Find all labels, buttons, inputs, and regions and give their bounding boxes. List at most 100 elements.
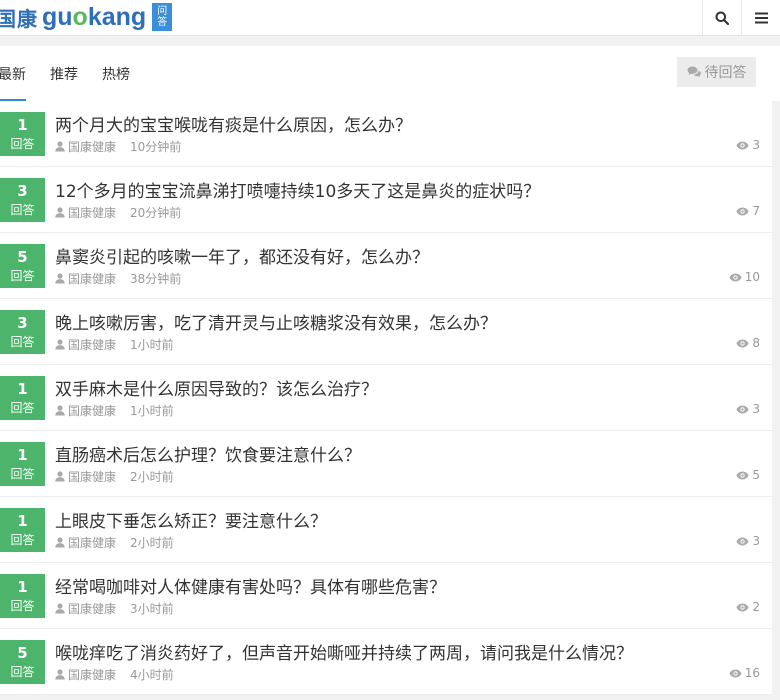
- eye-icon: [729, 273, 742, 281]
- view-count: 3: [736, 138, 760, 152]
- answer-count: 3: [17, 314, 28, 332]
- question-author[interactable]: 国康健康: [68, 402, 116, 419]
- menu-button[interactable]: [741, 0, 780, 35]
- question-title[interactable]: 上眼皮下垂怎么矫正？要注意什么？: [55, 507, 327, 532]
- site-logo[interactable]: 国康 guokang 问答: [0, 2, 173, 32]
- view-count-number: 2: [752, 600, 760, 614]
- answer-count-label: 回答: [10, 467, 35, 481]
- question-row[interactable]: 3 回答 晚上咳嗽厉害，吃了清开灵与止咳糖浆没有效果，怎么办？ 国康健康 1小时…: [0, 299, 772, 365]
- answer-count-badge: 1 回答: [0, 508, 45, 552]
- question-title[interactable]: 双手麻木是什么原因导致的？该怎么治疗？: [55, 375, 378, 400]
- view-count-number: 5: [752, 468, 760, 482]
- question-title[interactable]: 直肠癌术后怎么护理？饮食要注意什么？: [55, 441, 361, 466]
- eye-icon: [736, 537, 749, 545]
- answer-count-badge: 1 回答: [0, 112, 45, 156]
- question-author[interactable]: 国康健康: [68, 336, 116, 353]
- question-row[interactable]: 1 回答 经常喝咖啡对人体健康有害处吗？具体有哪些危害？ 国康健康 3小时前 2: [0, 563, 772, 629]
- question-row[interactable]: 1 回答 上眼皮下垂怎么矫正？要注意什么？ 国康健康 2小时前 3: [0, 497, 772, 563]
- question-time: 3小时前: [130, 602, 174, 616]
- question-author[interactable]: 国康健康: [68, 270, 116, 287]
- tab-recommended[interactable]: 推荐: [50, 64, 78, 84]
- question-row[interactable]: 3 回答 12个多月的宝宝流鼻涕打喷嚏持续10多天了这是鼻炎的症状吗？ 国康健康…: [0, 167, 772, 233]
- view-count-number: 16: [744, 666, 760, 680]
- user-icon: [55, 537, 65, 548]
- question-time: 10分钟前: [130, 140, 182, 154]
- tab-trending[interactable]: 热榜: [102, 64, 130, 84]
- search-button[interactable]: [702, 0, 741, 35]
- answer-count: 5: [17, 644, 28, 662]
- question-meta: 国康健康 2小时前: [55, 534, 174, 551]
- question-title[interactable]: 喉咙痒吃了消炎药好了，但声音开始嘶哑并持续了两周，请问我是什么情况？: [55, 639, 633, 664]
- question-time: 2小时前: [130, 536, 174, 550]
- answer-count-badge: 5 回答: [0, 640, 45, 684]
- question-meta: 国康健康 1小时前: [55, 336, 174, 353]
- question-meta: 国康健康 1小时前: [55, 402, 174, 419]
- view-count: 2: [736, 600, 760, 614]
- question-meta: 国康健康 3小时前: [55, 600, 174, 617]
- logo-cn-text: 国康: [0, 6, 38, 31]
- view-count: 3: [736, 402, 760, 416]
- question-meta: 国康健康 38分钟前: [55, 270, 181, 287]
- question-author[interactable]: 国康健康: [68, 534, 116, 551]
- view-count-number: 7: [752, 204, 760, 218]
- view-count-number: 3: [752, 534, 760, 548]
- view-count-number: 3: [752, 402, 760, 416]
- question-title[interactable]: 两个月大的宝宝喉咙有痰是什么原因，怎么办？: [55, 111, 412, 136]
- question-time: 1小时前: [130, 338, 174, 352]
- view-count: 16: [729, 666, 760, 680]
- question-title[interactable]: 晚上咳嗽厉害，吃了清开灵与止咳糖浆没有效果，怎么办？: [55, 309, 497, 334]
- question-row[interactable]: 5 回答 鼻窦炎引起的咳嗽一年了，都还没有好，怎么办？ 国康健康 38分钟前 1…: [0, 233, 772, 299]
- answer-count-label: 回答: [10, 599, 35, 613]
- pending-answer-button[interactable]: 待回答: [677, 57, 756, 87]
- answer-count-badge: 1 回答: [0, 442, 45, 486]
- answer-count: 5: [17, 248, 28, 266]
- user-icon: [55, 471, 65, 482]
- answer-count: 1: [17, 578, 28, 596]
- question-meta: 国康健康 10分钟前: [55, 138, 181, 155]
- question-meta: 国康健康 2小时前: [55, 468, 174, 485]
- question-row[interactable]: 1 回答 两个月大的宝宝喉咙有痰是什么原因，怎么办？ 国康健康 10分钟前 3: [0, 101, 772, 167]
- answer-count-label: 回答: [10, 269, 35, 283]
- question-list: 1 回答 两个月大的宝宝喉咙有痰是什么原因，怎么办？ 国康健康 10分钟前 3 …: [0, 101, 772, 695]
- question-author[interactable]: 国康健康: [68, 138, 116, 155]
- user-icon: [55, 405, 65, 416]
- user-icon: [55, 141, 65, 152]
- answer-count-badge: 3 回答: [0, 310, 45, 354]
- question-row[interactable]: 1 回答 直肠癌术后怎么护理？饮食要注意什么？ 国康健康 2小时前 5: [0, 431, 772, 497]
- page-right-edge: [772, 101, 780, 700]
- question-author[interactable]: 国康健康: [68, 468, 116, 485]
- answer-count: 1: [17, 116, 28, 134]
- view-count: 8: [736, 336, 760, 350]
- eye-icon: [736, 141, 749, 149]
- question-title[interactable]: 鼻窦炎引起的咳嗽一年了，都还没有好，怎么办？: [55, 243, 429, 268]
- tabs-bar: 最新 推荐 热榜 待回答: [0, 46, 780, 102]
- question-title[interactable]: 经常喝咖啡对人体健康有害处吗？具体有哪些危害？: [55, 573, 446, 598]
- eye-icon: [736, 339, 749, 347]
- question-author[interactable]: 国康健康: [68, 666, 116, 683]
- question-time: 38分钟前: [130, 272, 182, 286]
- user-icon: [55, 207, 65, 218]
- eye-icon: [729, 669, 742, 677]
- user-icon: [55, 603, 65, 614]
- answer-count: 3: [17, 182, 28, 200]
- question-row[interactable]: 5 回答 喉咙痒吃了消炎药好了，但声音开始嘶哑并持续了两周，请问我是什么情况？ …: [0, 629, 772, 695]
- question-row[interactable]: 1 回答 双手麻木是什么原因导致的？该怎么治疗？ 国康健康 1小时前 3: [0, 365, 772, 431]
- view-count: 10: [729, 270, 760, 284]
- view-count-number: 8: [752, 336, 760, 350]
- question-time: 2小时前: [130, 470, 174, 484]
- answer-count-label: 回答: [10, 533, 35, 547]
- question-author[interactable]: 国康健康: [68, 600, 116, 617]
- answer-count-label: 回答: [10, 203, 35, 217]
- view-count-number: 3: [752, 138, 760, 152]
- answer-count: 1: [17, 512, 28, 530]
- user-icon: [55, 339, 65, 350]
- question-time: 20分钟前: [130, 206, 182, 220]
- question-title[interactable]: 12个多月的宝宝流鼻涕打喷嚏持续10多天了这是鼻炎的症状吗？: [55, 177, 540, 202]
- comments-icon: [687, 66, 701, 78]
- eye-icon: [736, 207, 749, 215]
- answer-count-badge: 3 回答: [0, 178, 45, 222]
- hamburger-icon: [754, 12, 768, 23]
- question-author[interactable]: 国康健康: [68, 204, 116, 221]
- tab-latest[interactable]: 最新: [0, 64, 26, 84]
- question-meta: 国康健康 20分钟前: [55, 204, 181, 221]
